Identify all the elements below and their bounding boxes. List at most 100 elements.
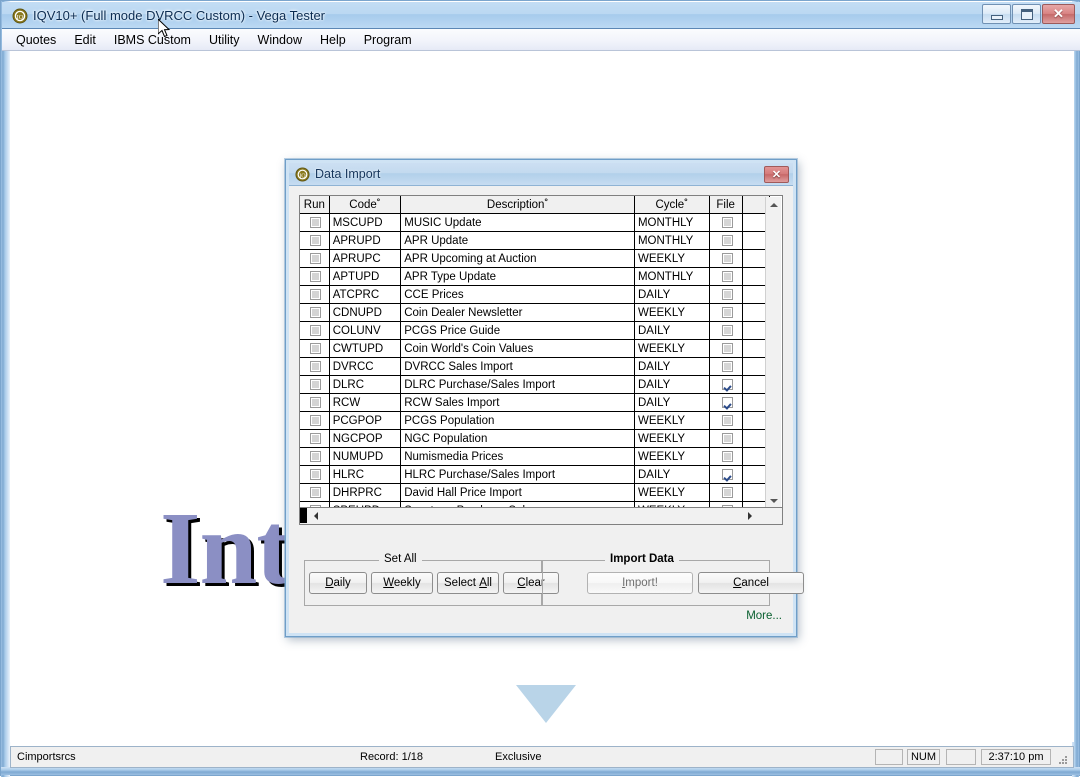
row-run-checkbox-cell[interactable]: [300, 303, 330, 322]
row-cycle[interactable]: WEEKLY: [634, 249, 710, 268]
table-row[interactable]: ATCPRC CCE Prices DAILY: [300, 285, 771, 304]
table-row[interactable]: HLRC HLRC Purchase/Sales Import DAILY: [300, 465, 771, 484]
menu-item-quotes[interactable]: Quotes: [7, 30, 65, 50]
row-code[interactable]: CWTUPD: [329, 339, 402, 358]
grid-vertical-scrollbar[interactable]: [765, 197, 781, 507]
checkbox-icon[interactable]: [721, 270, 733, 282]
row-code[interactable]: APTUPD: [329, 267, 402, 286]
row-cycle[interactable]: DAILY: [634, 393, 710, 412]
row-run-checkbox-cell[interactable]: [300, 249, 330, 268]
row-file-checkbox-cell[interactable]: [709, 447, 743, 466]
row-cycle[interactable]: WEEKLY: [634, 303, 710, 322]
row-run-checkbox-cell[interactable]: [300, 375, 330, 394]
menu-item-edit[interactable]: Edit: [65, 30, 105, 50]
row-run-checkbox-cell[interactable]: [300, 321, 330, 340]
table-row[interactable]: APTUPD APR Type Update MONTHLY: [300, 267, 771, 286]
checkbox-icon[interactable]: [310, 270, 322, 282]
row-cycle[interactable]: WEEKLY: [634, 447, 710, 466]
checkbox-icon[interactable]: [310, 234, 322, 246]
row-cycle[interactable]: DAILY: [634, 321, 710, 340]
menu-item-program[interactable]: Program: [355, 30, 421, 50]
grid-horizontal-scrollbar[interactable]: [299, 508, 783, 525]
checkbox-icon[interactable]: [310, 306, 322, 318]
table-row[interactable]: APRUPD APR Update MONTHLY: [300, 231, 771, 250]
row-cycle[interactable]: DAILY: [634, 465, 710, 484]
menu-item-help[interactable]: Help: [311, 30, 355, 50]
row-cycle[interactable]: MONTHLY: [634, 231, 710, 250]
row-description[interactable]: APR Update: [400, 231, 635, 250]
row-cycle[interactable]: DAILY: [634, 357, 710, 376]
row-file-checkbox-cell[interactable]: [709, 375, 743, 394]
row-run-checkbox-cell[interactable]: [300, 393, 330, 412]
menu-item-ibms-custom[interactable]: IBMS Custom: [105, 30, 200, 50]
row-code[interactable]: APRUPC: [329, 249, 402, 268]
checkbox-icon[interactable]: [721, 414, 733, 426]
set-all-daily-button[interactable]: Daily: [309, 572, 367, 594]
row-cycle[interactable]: WEEKLY: [634, 483, 710, 502]
checkbox-icon[interactable]: [721, 486, 733, 498]
row-file-checkbox-cell[interactable]: [709, 483, 743, 502]
row-run-checkbox-cell[interactable]: [300, 465, 330, 484]
scroll-up-icon[interactable]: [766, 197, 781, 212]
row-code[interactable]: CDNUPD: [329, 303, 402, 322]
row-description[interactable]: APR Upcoming at Auction: [400, 249, 635, 268]
row-run-checkbox-cell[interactable]: [300, 447, 330, 466]
checkbox-icon[interactable]: [721, 468, 733, 480]
restore-button[interactable]: [1012, 4, 1041, 24]
menu-item-utility[interactable]: Utility: [200, 30, 249, 50]
checkbox-icon[interactable]: [721, 342, 733, 354]
row-file-checkbox-cell[interactable]: [709, 213, 743, 232]
checkbox-icon[interactable]: [310, 450, 322, 462]
row-description[interactable]: Coin Dealer Newsletter: [400, 303, 635, 322]
row-description[interactable]: DLRC Purchase/Sales Import: [400, 375, 635, 394]
checkbox-icon[interactable]: [721, 252, 733, 264]
checkbox-icon[interactable]: [310, 486, 322, 498]
row-code[interactable]: DHRPRC: [329, 483, 402, 502]
row-file-checkbox-cell[interactable]: [709, 465, 743, 484]
checkbox-icon[interactable]: [310, 378, 322, 390]
set-all-select-all-button[interactable]: Select All: [437, 572, 499, 594]
row-file-checkbox-cell[interactable]: [709, 429, 743, 448]
row-code[interactable]: MSCUPD: [329, 213, 402, 232]
row-code[interactable]: NGCPOP: [329, 429, 402, 448]
row-description[interactable]: Numismedia Prices: [400, 447, 635, 466]
checkbox-icon[interactable]: [310, 396, 322, 408]
row-code[interactable]: COLUNV: [329, 321, 402, 340]
table-row[interactable]: DLRC DLRC Purchase/Sales Import DAILY: [300, 375, 771, 394]
row-run-checkbox-cell[interactable]: [300, 285, 330, 304]
row-file-checkbox-cell[interactable]: [709, 339, 743, 358]
row-file-checkbox-cell[interactable]: [709, 303, 743, 322]
checkbox-icon[interactable]: [310, 468, 322, 480]
row-code[interactable]: DLRC: [329, 375, 402, 394]
checkbox-icon[interactable]: [310, 216, 322, 228]
menu-item-window[interactable]: Window: [249, 30, 311, 50]
column-header-description[interactable]: Description˚: [400, 196, 635, 214]
row-code[interactable]: NUMUPD: [329, 447, 402, 466]
checkbox-icon[interactable]: [721, 306, 733, 318]
checkbox-icon[interactable]: [310, 414, 322, 426]
checkbox-icon[interactable]: [310, 342, 322, 354]
set-all-weekly-button[interactable]: Weekly: [371, 572, 433, 594]
row-cycle[interactable]: MONTHLY: [634, 267, 710, 286]
column-header-file[interactable]: File: [709, 196, 743, 214]
row-run-checkbox-cell[interactable]: [300, 429, 330, 448]
import-button[interactable]: Import!: [587, 572, 693, 594]
row-code[interactable]: HLRC: [329, 465, 402, 484]
row-run-checkbox-cell[interactable]: [300, 267, 330, 286]
column-header-code[interactable]: Code˚: [329, 196, 402, 214]
row-file-checkbox-cell[interactable]: [709, 231, 743, 250]
table-row[interactable]: DHRPRC David Hall Price Import WEEKLY: [300, 483, 771, 502]
table-row[interactable]: MSCUPD MUSIC Update MONTHLY: [300, 213, 771, 232]
table-row[interactable]: RCW RCW Sales Import DAILY: [300, 393, 771, 412]
row-description[interactable]: Coin World's Coin Values: [400, 339, 635, 358]
row-file-checkbox-cell[interactable]: [709, 249, 743, 268]
row-file-checkbox-cell[interactable]: [709, 321, 743, 340]
row-description[interactable]: APR Type Update: [400, 267, 635, 286]
checkbox-icon[interactable]: [721, 234, 733, 246]
table-row[interactable]: NGCPOP NGC Population WEEKLY: [300, 429, 771, 448]
minimize-button[interactable]: [982, 4, 1011, 24]
row-description[interactable]: PCGS Population: [400, 411, 635, 430]
table-row[interactable]: NUMUPD Numismedia Prices WEEKLY: [300, 447, 771, 466]
row-run-checkbox-cell[interactable]: [300, 339, 330, 358]
row-description[interactable]: David Hall Price Import: [400, 483, 635, 502]
